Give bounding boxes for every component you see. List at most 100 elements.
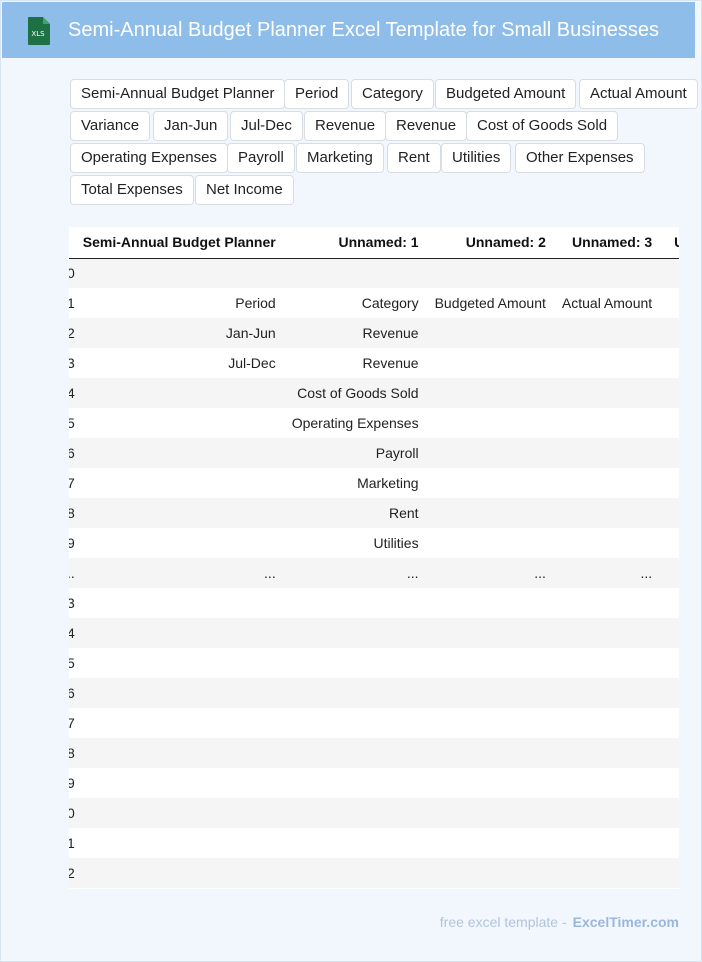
table-row: 2 xyxy=(69,858,679,888)
footer-text: free excel template - xyxy=(439,914,567,930)
table-cell xyxy=(660,768,679,798)
keyword-chip[interactable]: Operating Expenses xyxy=(70,143,228,173)
table-cell xyxy=(426,798,554,828)
table-cell xyxy=(660,708,679,738)
brand-link[interactable]: ExcelTimer.com xyxy=(573,914,679,930)
table-row: 3 Jul-Dec Revenue xyxy=(69,348,679,378)
keyword-chip[interactable]: Semi-Annual Budget Planner xyxy=(70,79,286,109)
table-cell xyxy=(660,828,679,858)
data-table: Semi-Annual Budget Planner Unnamed: 1 Un… xyxy=(69,227,679,888)
footer-credit: free excel template - ExcelTimer.com xyxy=(440,914,679,930)
table-cell xyxy=(553,378,661,408)
table-row: 8 xyxy=(69,738,679,768)
keyword-chip[interactable]: Revenue xyxy=(304,111,387,141)
table-cell xyxy=(553,768,661,798)
page-frame: XLS Semi-Annual Budget Planner Excel Tem… xyxy=(0,0,702,962)
table-cell xyxy=(426,828,554,858)
table-cell xyxy=(74,588,284,618)
table-cell: Period xyxy=(74,288,284,318)
table-cell xyxy=(553,468,661,498)
table-cell: Revenue xyxy=(283,318,427,348)
table-row: 5 Operating Expenses xyxy=(69,408,679,438)
table-cell xyxy=(74,378,284,408)
table-row: 9 xyxy=(69,768,679,798)
table-cell xyxy=(553,588,661,618)
table-cell xyxy=(553,858,661,888)
spreadsheet-preview: Semi-Annual Budget Planner Unnamed: 1 Un… xyxy=(69,227,679,889)
table-cell xyxy=(74,858,284,888)
table-cell xyxy=(553,618,661,648)
table-cell xyxy=(74,768,284,798)
table-row: 3 xyxy=(69,588,679,618)
table-cell xyxy=(426,648,554,678)
table-cell xyxy=(283,588,427,618)
keyword-chip[interactable]: Rent xyxy=(387,143,441,173)
table-cell xyxy=(74,798,284,828)
table-cell xyxy=(283,648,427,678)
table-cell xyxy=(283,798,427,828)
table-cell xyxy=(660,618,679,648)
table-cell xyxy=(553,648,661,678)
table-cell xyxy=(283,768,427,798)
page-header: XLS Semi-Annual Budget Planner Excel Tem… xyxy=(2,2,695,58)
keyword-chip[interactable]: Category xyxy=(351,79,434,109)
page-title: Semi-Annual Budget Planner Excel Templat… xyxy=(68,19,660,41)
column-header: Un xyxy=(660,227,679,259)
keyword-chip[interactable]: Payroll xyxy=(227,143,295,173)
table-cell xyxy=(426,588,554,618)
table-cell: Budgeted Amount xyxy=(426,288,554,318)
table-cell: Jan-Jun xyxy=(74,318,284,348)
keyword-chip[interactable]: Period xyxy=(284,79,350,109)
table-cell xyxy=(74,828,284,858)
table-cell: Cost of Goods Sold xyxy=(283,378,427,408)
table-cell: Payroll xyxy=(283,438,427,468)
table-cell xyxy=(74,708,284,738)
table-cell xyxy=(74,678,284,708)
table-row: 7 xyxy=(69,708,679,738)
table-cell: Marketing xyxy=(283,468,427,498)
keyword-chip[interactable]: Cost of Goods Sold xyxy=(466,111,619,141)
table-cell xyxy=(553,708,661,738)
keyword-chip[interactable]: Jul-Dec xyxy=(230,111,303,141)
keyword-chip[interactable]: Total Expenses xyxy=(70,175,194,205)
table-cell xyxy=(426,348,554,378)
keyword-chip[interactable]: Net Income xyxy=(195,175,294,205)
table-cell xyxy=(426,738,554,768)
table-cell xyxy=(74,438,284,468)
keyword-chip[interactable]: Actual Amount xyxy=(579,79,698,109)
keyword-chip[interactable]: Other Expenses xyxy=(515,143,645,173)
table-row: 9 Utilities xyxy=(69,528,679,558)
table-cell xyxy=(553,348,661,378)
table-cell xyxy=(426,618,554,648)
table-cell xyxy=(426,378,554,408)
table-cell xyxy=(426,468,554,498)
table-cell xyxy=(426,708,554,738)
table-cell xyxy=(553,528,661,558)
table-cell: ... xyxy=(553,558,661,588)
keyword-chip[interactable]: Jan-Jun xyxy=(153,111,229,141)
table-cell xyxy=(553,738,661,768)
table-cell xyxy=(660,288,679,318)
table-cell xyxy=(660,588,679,618)
table-cell xyxy=(426,438,554,468)
table-cell: Operating Expenses xyxy=(283,408,427,438)
table-cell xyxy=(553,258,661,288)
table-row: 0 xyxy=(69,798,679,828)
table-cell: Rent xyxy=(283,498,427,528)
table-body: 0 1 Period Category Budgeted Amount Actual Am… xyxy=(69,258,679,888)
column-header: Unnamed: 2 xyxy=(426,227,554,259)
table-cell: Actual Amount xyxy=(553,288,661,318)
keyword-chip[interactable]: Variance xyxy=(70,111,151,141)
table-cell xyxy=(426,678,554,708)
keyword-chip[interactable]: Revenue xyxy=(385,111,468,141)
table-cell xyxy=(74,408,284,438)
table-cell xyxy=(553,438,661,468)
table-cell xyxy=(660,438,679,468)
keyword-chip[interactable]: Budgeted Amount xyxy=(435,79,577,109)
keyword-chip[interactable]: Utilities xyxy=(441,143,512,173)
table-cell xyxy=(74,468,284,498)
keyword-chip[interactable]: Marketing xyxy=(296,143,384,173)
table-cell xyxy=(660,558,679,588)
table-cell xyxy=(553,678,661,708)
table-row: 1 Period Category Budgeted Amount Actual Amo… xyxy=(69,288,679,318)
